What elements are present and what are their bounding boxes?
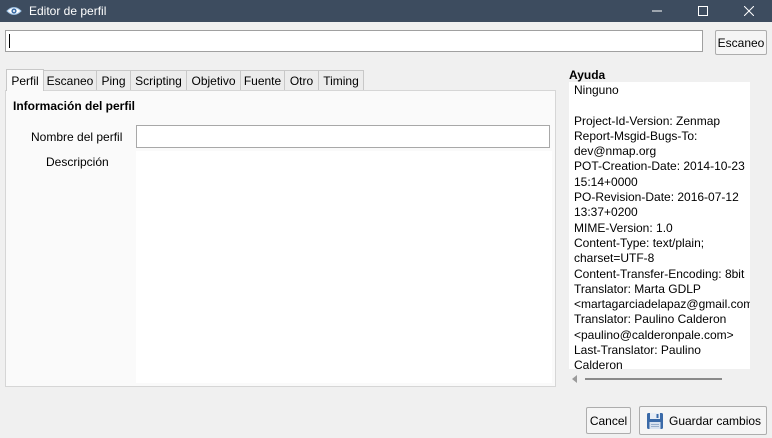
profile-tab-panel: Información del perfil Nombre del perfil… (5, 90, 556, 387)
maximize-icon (698, 6, 708, 16)
save-changes-button[interactable]: Guardar cambios (639, 406, 767, 435)
profile-name-label: Nombre del perfil (31, 130, 123, 144)
tab-ping[interactable]: Ping (96, 70, 131, 91)
close-button[interactable] (726, 0, 772, 22)
tab-scripting[interactable]: Scripting (130, 70, 187, 91)
cancel-button-label: Cancel (589, 413, 628, 428)
scroll-left-icon[interactable] (572, 375, 577, 383)
target-input[interactable] (5, 30, 703, 52)
description-textarea[interactable] (136, 151, 552, 383)
help-text: Ninguno Project-Id-Version: Zenmap Repor… (574, 83, 750, 369)
minimize-icon (652, 10, 662, 12)
help-horizontal-scrollbar[interactable] (569, 372, 750, 386)
section-title: Información del perfil (13, 99, 136, 113)
help-title: Ayuda (569, 68, 606, 82)
text-caret (9, 34, 10, 48)
tab-objetivo[interactable]: Objetivo (186, 70, 241, 91)
floppy-disk-icon (647, 412, 663, 429)
profile-tabs: Perfil Escaneo Ping Scripting Objetivo F… (6, 69, 364, 91)
maximize-button[interactable] (680, 0, 726, 22)
title-bar: Editor de perfil (0, 0, 772, 22)
tab-timing[interactable]: Timing (318, 70, 364, 91)
help-panel[interactable]: Ninguno Project-Id-Version: Zenmap Repor… (569, 82, 750, 369)
window-title: Editor de perfil (29, 4, 107, 18)
tab-fuente[interactable]: Fuente (240, 70, 285, 91)
nmap-eye-icon (6, 7, 22, 15)
save-changes-label: Guardar cambios (669, 413, 762, 428)
tab-otro[interactable]: Otro (284, 70, 319, 91)
tab-escaneo[interactable]: Escaneo (43, 70, 97, 91)
cancel-button[interactable]: Cancel (586, 407, 631, 434)
profile-name-input[interactable] (136, 125, 550, 148)
tab-perfil[interactable]: Perfil (6, 69, 44, 91)
close-icon (744, 6, 754, 16)
minimize-button[interactable] (634, 0, 680, 22)
scrollbar-thumb[interactable] (585, 378, 722, 380)
scan-button[interactable]: Escaneo (715, 30, 767, 55)
description-label: Descripción (46, 155, 109, 169)
